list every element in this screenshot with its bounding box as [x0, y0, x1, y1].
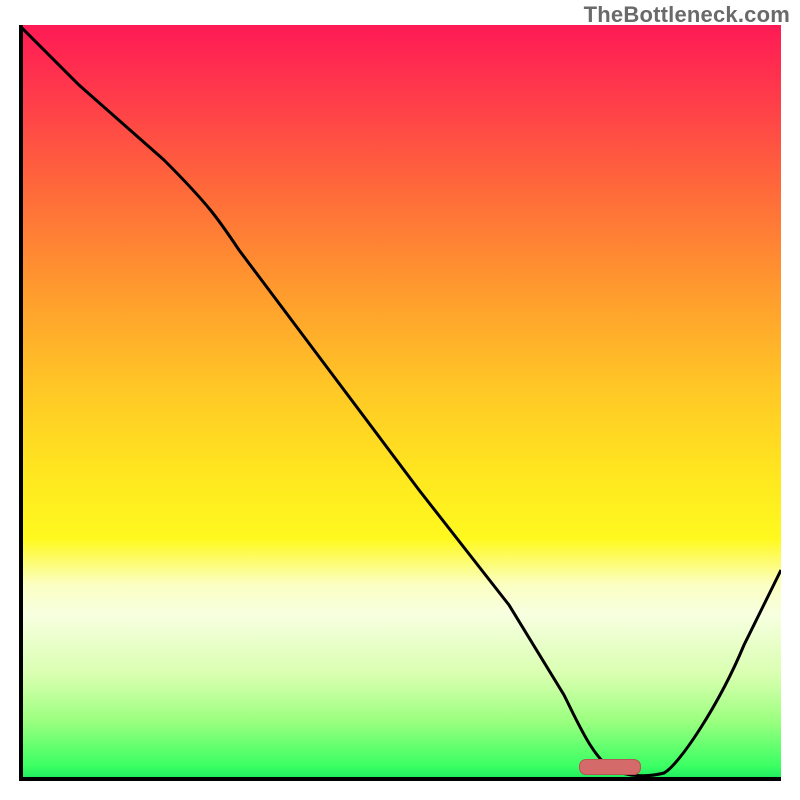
chart-container: TheBottleneck.com: [0, 0, 800, 800]
bottleneck-curve: [19, 25, 781, 781]
plot-area: [19, 25, 781, 781]
x-axis: [19, 777, 781, 781]
watermark-text: TheBottleneck.com: [584, 2, 790, 28]
y-axis: [19, 25, 23, 781]
curve-path: [19, 25, 781, 776]
optimal-range-marker: [579, 759, 641, 775]
